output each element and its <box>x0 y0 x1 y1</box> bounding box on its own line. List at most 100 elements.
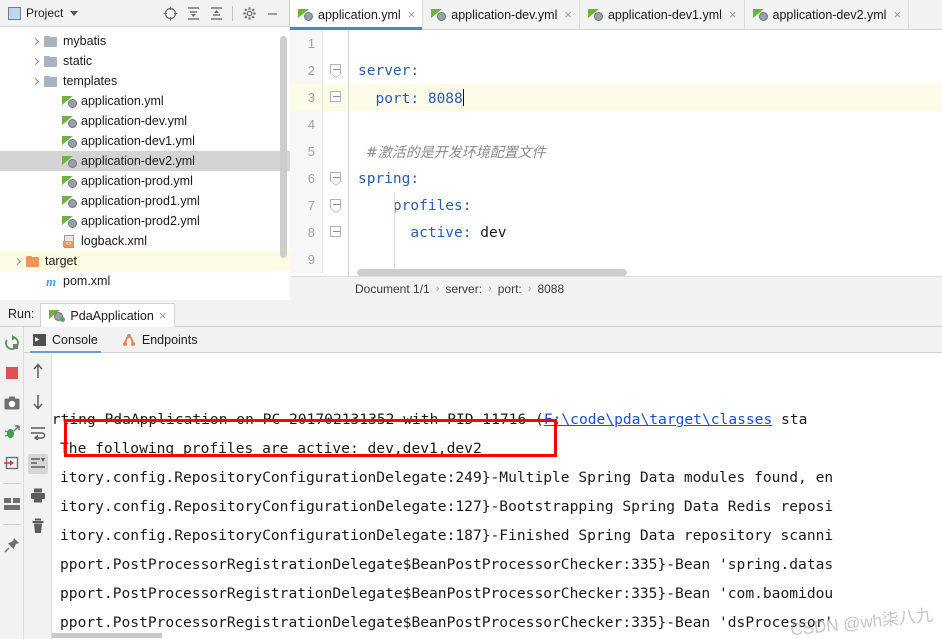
collapse-all-icon[interactable] <box>205 2 227 24</box>
tree-item-templates[interactable]: templates <box>0 71 290 91</box>
editor-text-area[interactable]: 1 2 server: 3 port: 8088 4 5 #激活的是开发环境配置文件 6 spr… <box>290 30 942 276</box>
toolbar-divider <box>232 5 233 21</box>
chevron-right-icon[interactable] <box>10 257 24 265</box>
run-subtabs[interactable]: Console Endpoints <box>0 327 942 353</box>
editor-line-2[interactable]: 2 server: <box>290 57 942 84</box>
editor-panel: application.yml × application-dev.yml × appl… <box>290 0 942 300</box>
breadcrumb-item[interactable]: server: <box>445 282 482 296</box>
fold-toggle-icon[interactable] <box>330 64 342 78</box>
soft-wrap-icon[interactable] <box>28 423 48 443</box>
tree-item-application-prod1-yml[interactable]: application-prod1.yml <box>0 191 290 211</box>
editor-line-8[interactable]: 8 active: dev <box>290 219 942 246</box>
editor-scrollbar-thumb[interactable] <box>357 269 627 276</box>
editor-line-3[interactable]: 3 port: 8088 <box>290 84 942 111</box>
minimize-icon[interactable] <box>261 2 283 24</box>
tree-item-target[interactable]: target <box>0 251 290 271</box>
editor-tab-application-yml[interactable]: application.yml × <box>290 0 424 30</box>
tree-item-pom-xml[interactable]: m pom.xml <box>0 271 290 291</box>
tree-item-static[interactable]: static <box>0 51 290 71</box>
close-icon[interactable]: × <box>893 7 901 22</box>
locate-icon[interactable] <box>159 2 181 24</box>
spring-boot-icon <box>49 309 66 322</box>
fold-toggle-icon[interactable] <box>330 199 342 213</box>
debug-attach-icon[interactable] <box>2 423 22 443</box>
scroll-up-icon[interactable] <box>28 361 48 381</box>
console-line: itory.config.RepositoryConfigurationDele… <box>60 463 833 492</box>
tree-item-application-yml[interactable]: application.yml <box>0 91 290 111</box>
chevron-right-icon[interactable] <box>28 57 42 65</box>
project-scrollbar[interactable] <box>280 30 287 260</box>
clear-all-icon[interactable] <box>28 516 48 536</box>
code-text: profiles: <box>348 198 472 214</box>
tree-item-application-dev-yml[interactable]: application-dev.yml <box>0 111 290 131</box>
fold-toggle-icon[interactable] <box>330 91 341 102</box>
screenshot-icon[interactable] <box>2 393 22 413</box>
run-toolbar-secondary[interactable] <box>24 353 52 639</box>
expand-all-icon[interactable] <box>182 2 204 24</box>
breadcrumb-item[interactable]: Document 1/1 <box>355 282 430 296</box>
project-tree[interactable]: mybatis static templates application.yml app… <box>0 27 290 300</box>
stop-icon[interactable] <box>2 363 22 383</box>
editor-tab-application-dev1-yml[interactable]: application-dev1.yml × <box>580 0 745 29</box>
project-title-group[interactable]: Project <box>0 6 79 20</box>
editor-line-7[interactable]: 7 profiles: <box>290 192 942 219</box>
run-toolbar-primary[interactable] <box>0 327 24 639</box>
fold-column <box>322 111 348 138</box>
project-panel-title: Project <box>26 6 64 20</box>
editor-line-6[interactable]: 6 spring: <box>290 165 942 192</box>
rerun-icon[interactable] <box>2 333 22 353</box>
scroll-down-icon[interactable] <box>28 392 48 412</box>
chevron-down-icon[interactable] <box>70 10 79 16</box>
fold-toggle-icon[interactable] <box>330 226 341 237</box>
chevron-right-icon[interactable] <box>28 77 42 85</box>
tree-item-label: logback.xml <box>81 234 147 248</box>
line-number: 3 <box>290 84 322 111</box>
fold-toggle-icon[interactable] <box>330 172 342 186</box>
editor-gutter-divider <box>348 30 349 276</box>
toolbar-divider <box>2 524 21 525</box>
project-scrollbar-thumb[interactable] <box>280 36 287 258</box>
tree-item-mybatis[interactable]: mybatis <box>0 31 290 51</box>
run-config-tab[interactable]: PdaApplication × <box>40 303 176 327</box>
editor-line-4[interactable]: 4 <box>290 111 942 138</box>
endpoints-icon <box>122 333 136 346</box>
editor-tab-application-dev2-yml[interactable]: application-dev2.yml × <box>745 0 910 29</box>
editor-tab-bar[interactable]: application.yml × application-dev.yml × appl… <box>290 0 942 30</box>
close-icon[interactable]: × <box>729 7 737 22</box>
breadcrumb-item[interactable]: port: <box>498 282 522 296</box>
tree-item-application-prod2-yml[interactable]: application-prod2.yml <box>0 211 290 231</box>
gear-icon[interactable] <box>238 2 260 24</box>
scroll-to-end-icon[interactable] <box>27 454 48 474</box>
editor-line-5[interactable]: 5 #激活的是开发环境配置文件 <box>290 138 942 165</box>
spring-yml-icon <box>61 135 77 148</box>
tree-item-logback-xml[interactable]: <> logback.xml <box>0 231 290 251</box>
console-line: The following profiles are active: dev,d… <box>60 434 482 463</box>
editor-line-1[interactable]: 1 <box>290 30 942 57</box>
line-number: 8 <box>290 219 322 246</box>
console-scrollbar-thumb[interactable] <box>52 633 162 638</box>
console-text: itory.config.RepositoryConfigurationDele… <box>60 527 834 544</box>
console-link[interactable]: F:\code\pda\target\classes <box>544 411 772 428</box>
layout-icon[interactable] <box>2 494 22 514</box>
breadcrumb-item[interactable]: 8088 <box>537 282 564 296</box>
tab-console[interactable]: Console <box>30 327 101 353</box>
close-icon[interactable]: × <box>408 7 416 22</box>
close-icon[interactable]: × <box>159 308 167 323</box>
chevron-right-icon[interactable] <box>28 37 42 45</box>
folder-icon <box>44 35 58 47</box>
breadcrumb[interactable]: Document 1/1 › server: › port: › 8088 <box>290 276 942 300</box>
project-toolbar-buttons <box>159 2 289 24</box>
tree-item-application-dev1-yml[interactable]: application-dev1.yml <box>0 131 290 151</box>
close-icon[interactable]: × <box>564 7 572 22</box>
tab-endpoints[interactable]: Endpoints <box>119 327 201 353</box>
export-icon[interactable] <box>2 453 22 473</box>
pin-icon[interactable] <box>2 535 22 555</box>
tree-item-application-dev2-yml[interactable]: application-dev2.yml <box>0 151 290 171</box>
editor-horizontal-scrollbar[interactable] <box>348 268 942 276</box>
console-output[interactable]: arting PdaApplication on PC-201702131352… <box>52 353 942 639</box>
tree-item-application-prod-yml[interactable]: application-prod.yml <box>0 171 290 191</box>
editor-tab-application-dev-yml[interactable]: application-dev.yml × <box>423 0 580 29</box>
console-line: pport.PostProcessorRegistrationDelegate$… <box>60 579 833 608</box>
tree-item-label: application-prod.yml <box>81 174 193 188</box>
print-icon[interactable] <box>28 485 48 505</box>
